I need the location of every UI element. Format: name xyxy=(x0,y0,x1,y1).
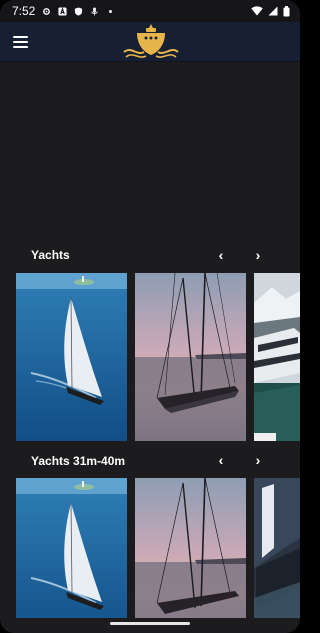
signal-icon xyxy=(268,6,278,16)
menu-button[interactable] xyxy=(13,35,30,49)
status-bar: 7:52 xyxy=(0,0,300,22)
status-time: 7:52 xyxy=(12,4,36,18)
carousel-prev-button[interactable]: ‹ xyxy=(211,450,231,470)
hamburger-icon-line xyxy=(13,46,28,48)
yacht-carousel[interactable] xyxy=(16,478,300,618)
app-screen: 7:52 Yachts ‹ › Yachts 31m-40m ‹ › xyxy=(0,0,300,633)
hamburger-icon-line xyxy=(13,41,28,43)
app-bar xyxy=(0,22,300,62)
yacht-card[interactable] xyxy=(16,478,127,618)
carousel-prev-button[interactable]: ‹ xyxy=(211,245,231,265)
yacht-image xyxy=(16,273,127,441)
mic-icon xyxy=(91,6,99,16)
yacht-image xyxy=(16,478,127,618)
shield-icon xyxy=(75,6,83,16)
yacht-logo-icon xyxy=(123,24,179,58)
system-icons xyxy=(251,5,290,17)
wifi-icon xyxy=(251,6,263,16)
yacht-card[interactable] xyxy=(254,273,300,441)
yacht-image xyxy=(135,273,246,441)
yacht-image xyxy=(135,478,246,618)
hamburger-icon-line xyxy=(13,36,28,38)
settings-icon xyxy=(43,7,51,15)
home-indicator[interactable] xyxy=(110,622,190,625)
yacht-image xyxy=(254,273,300,441)
yacht-card[interactable] xyxy=(16,273,127,441)
dot-icon xyxy=(109,9,113,13)
section-title: Yachts 31m-40m xyxy=(31,454,126,468)
app-a-icon xyxy=(58,6,67,16)
yacht-card[interactable] xyxy=(254,478,300,618)
notification-icons xyxy=(42,6,115,16)
yacht-card[interactable] xyxy=(135,478,246,618)
yacht-carousel[interactable] xyxy=(16,273,300,441)
carousel-next-button[interactable]: › xyxy=(248,450,268,470)
yacht-image xyxy=(254,478,300,618)
section-title: Yachts xyxy=(31,248,70,262)
carousel-next-button[interactable]: › xyxy=(248,245,268,265)
battery-icon xyxy=(283,5,290,16)
yacht-card[interactable] xyxy=(135,273,246,441)
